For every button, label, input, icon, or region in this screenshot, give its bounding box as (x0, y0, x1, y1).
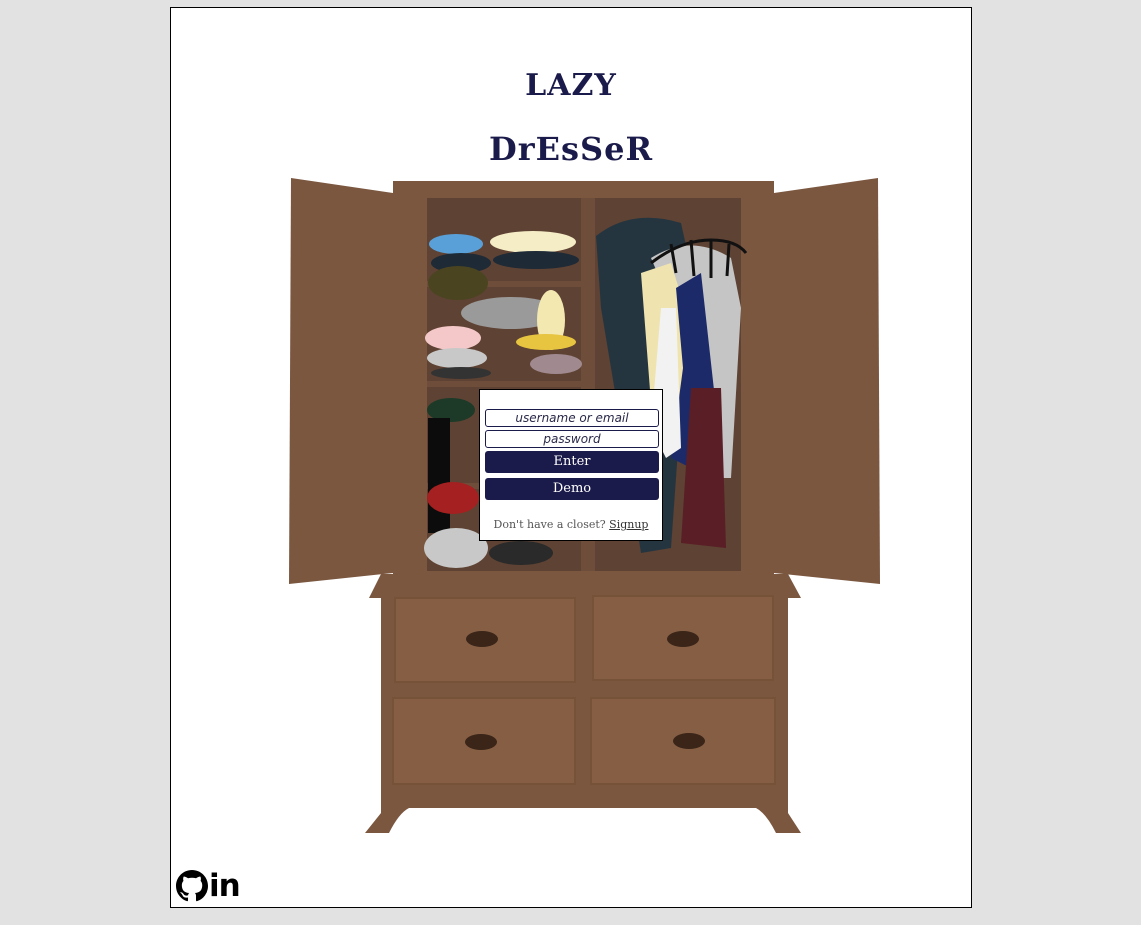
login-form: Enter Demo Don't have a closet? Signup (479, 389, 663, 541)
demo-button[interactable]: Demo (485, 478, 659, 500)
app-title-line1: LAZY (525, 68, 617, 103)
github-icon[interactable] (176, 870, 208, 902)
app-frame: LAZY DrEsSeR Enter Demo Don't have a clo… (170, 7, 972, 908)
enter-button[interactable]: Enter (485, 451, 659, 473)
linkedin-icon[interactable]: in (209, 870, 241, 902)
password-input[interactable] (485, 430, 659, 448)
signup-prompt: Don't have a closet? (493, 518, 610, 531)
signup-prompt-line: Don't have a closet? Signup (480, 518, 662, 531)
signup-link[interactable]: Signup (609, 518, 648, 531)
app-title-line2: DrEsSeR (488, 130, 654, 168)
username-input[interactable] (485, 409, 659, 427)
social-links: in (176, 870, 241, 902)
